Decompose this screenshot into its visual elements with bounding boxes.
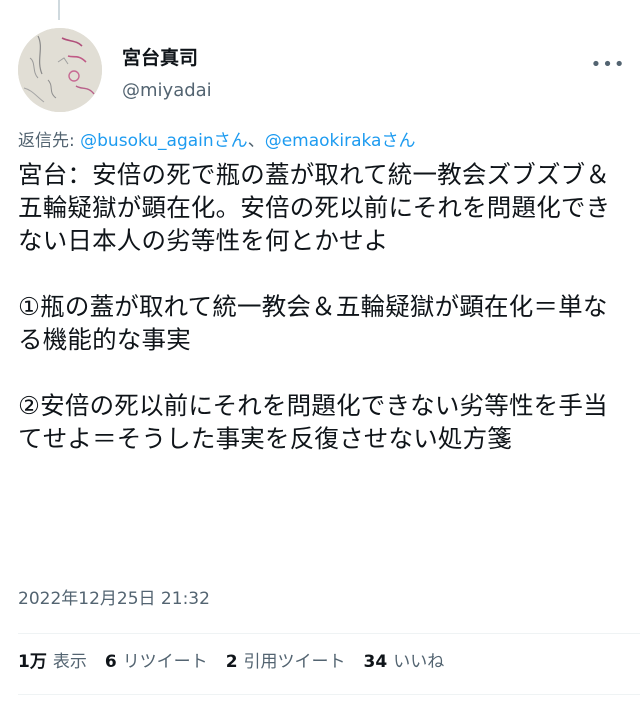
likes-count: 34 [363,652,388,672]
user-info: 宮台真司 @miyadai [122,46,212,102]
reply-to-line: 返信先: @busoku_againさん、@emaokirakaさん [18,130,415,152]
likes-stat[interactable]: 34 いいね [364,651,445,673]
retweets-label: リツイート [122,652,208,672]
divider [18,633,640,634]
views-label: 表示 [52,652,87,672]
tweet-text: 宮台：安倍の死で瓶の蓋が取れて統一教会ズブズブ＆五輪疑獄が顕在化。安倍の死以前に… [18,160,611,453]
tweet-stats: 1万 表示 6 リツイート 2 引用ツイート 34 いいね [18,651,444,673]
reply-to-label: 返信先: [18,131,75,151]
display-name[interactable]: 宮台真司 [122,46,212,70]
quotes-stat[interactable]: 2 引用ツイート [226,651,346,673]
retweets-stat[interactable]: 6 リツイート [105,651,208,673]
divider-bottom [18,694,640,695]
tweet-timestamp[interactable]: 2022年12月25日 21:32 [18,588,210,610]
quotes-count: 2 [225,652,238,672]
tweet-header: 宮台真司 @miyadai ••• [18,28,625,118]
thread-connector-line [58,0,60,20]
likes-label: いいね [393,652,445,672]
views-count: 1万 [18,652,47,672]
retweets-count: 6 [104,652,117,672]
reply-mention-1[interactable]: @busoku_againさん [80,131,248,151]
more-dots-icon: ••• [590,53,626,75]
avatar[interactable] [18,28,102,112]
views-stat[interactable]: 1万 表示 [18,651,87,673]
reply-mention-2[interactable]: @emaokirakaさん [265,131,416,151]
more-options-button[interactable]: ••• [591,54,625,75]
avatar-image [18,28,102,112]
quotes-label: 引用ツイート [243,652,346,672]
reply-separator: 、 [247,131,265,151]
user-handle[interactable]: @miyadai [122,80,212,102]
